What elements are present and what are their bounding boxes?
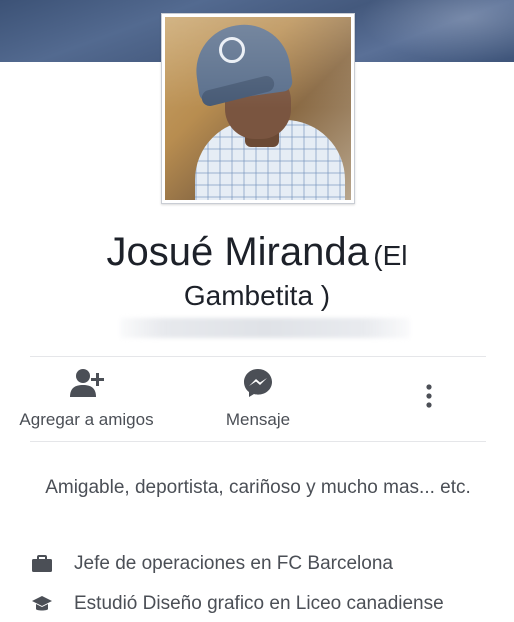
profile-nickname-start: (El [373, 240, 408, 271]
profile-picture-image [165, 17, 351, 200]
message-button[interactable]: Mensaje [208, 366, 308, 430]
messenger-icon [208, 366, 308, 400]
info-work-text: Jefe de operaciones en FC Barcelona [74, 553, 393, 574]
add-friend-label: Agregar a amigos [19, 410, 154, 429]
add-friend-icon [14, 366, 159, 400]
profile-name: Josué Miranda (El [0, 228, 514, 276]
profile-bio: Amigable, deportista, cariñoso y mucho m… [45, 477, 471, 498]
profile-picture[interactable] [161, 13, 355, 204]
add-friend-button[interactable]: Agregar a amigos [14, 366, 159, 430]
profile-name-main: Josué Miranda [106, 230, 369, 274]
message-label: Mensaje [225, 410, 291, 429]
redacted-text [120, 318, 410, 338]
briefcase-icon [30, 554, 54, 574]
divider-top [30, 356, 486, 357]
profile-page: Josué Miranda (El Gambetita ) Agregar a … [0, 0, 514, 622]
photo-tint [165, 17, 351, 200]
profile-nickname-end: Gambetita ) [183, 280, 331, 311]
info-work[interactable]: Jefe de operaciones en FC Barcelona [30, 553, 486, 575]
more-options-button[interactable] [409, 380, 449, 414]
divider-bottom [30, 441, 486, 442]
graduation-cap-icon [30, 594, 54, 614]
cover-photo-highlight [360, 0, 514, 62]
info-education[interactable]: Estudió Diseño grafico en Liceo canadien… [30, 593, 486, 615]
more-vertical-icon [409, 380, 449, 414]
info-education-text: Estudió Diseño grafico en Liceo canadien… [74, 593, 444, 614]
